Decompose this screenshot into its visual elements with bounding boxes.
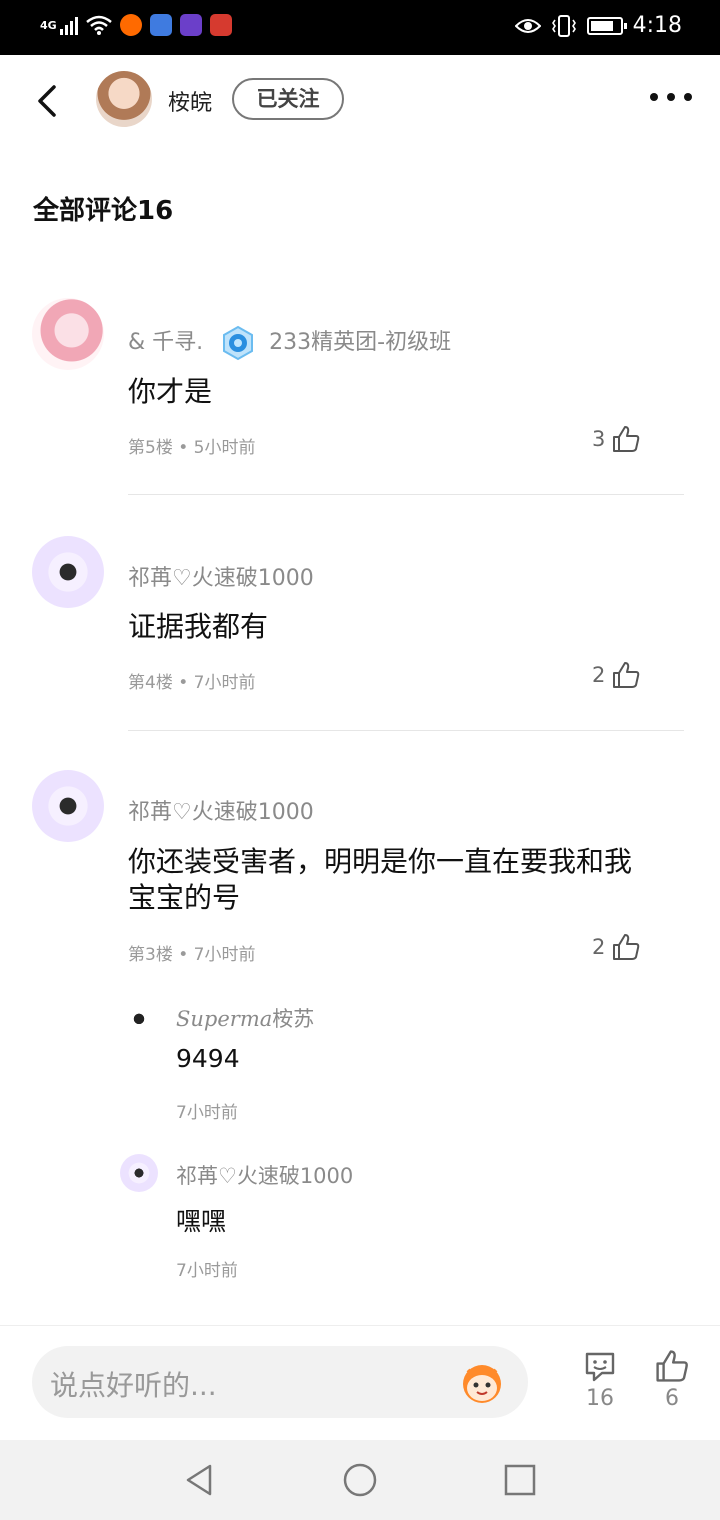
comment-like-count: 2 xyxy=(592,935,606,959)
taobao-icon xyxy=(120,14,142,36)
comment-like-count: 3 xyxy=(592,427,606,451)
comment-avatar[interactable] xyxy=(32,536,104,608)
system-nav-bar xyxy=(0,1440,720,1520)
reply-author-name[interactable]: 祁苒♡火速破1000 xyxy=(176,1160,353,1190)
comment-meta: 第4楼 • 7小时前 xyxy=(128,668,256,693)
status-right: 4:18 xyxy=(514,13,682,38)
more-options-icon[interactable] xyxy=(650,93,692,101)
nav-recents-icon[interactable] xyxy=(502,1462,538,1498)
status-bar: 4G 4:18 xyxy=(0,0,720,55)
vibrate-icon xyxy=(551,14,576,37)
nav-back-icon[interactable] xyxy=(182,1462,218,1498)
browser-icon xyxy=(180,14,202,36)
reply-text: 9494 xyxy=(176,1044,240,1073)
post-header: 桉皖 已关注 xyxy=(0,55,720,145)
comment-time: 7小时前 xyxy=(193,673,256,693)
comment-time: 5小时前 xyxy=(193,438,256,458)
comment-text: 你还装受害者，明明是你一直在要我和我宝宝的号 xyxy=(128,845,633,914)
huawei-store-icon xyxy=(210,14,232,36)
comment-like-count: 2 xyxy=(592,663,606,687)
follow-button[interactable]: 已关注 xyxy=(232,78,344,120)
reply-author-prefix: Superma xyxy=(176,1007,273,1031)
reply-text: 嘿嘿 xyxy=(176,1207,227,1236)
status-time: 4:18 xyxy=(632,13,682,38)
battery-fill xyxy=(590,20,613,31)
reply-time: 7小时前 xyxy=(176,1261,238,1281)
comment-meta: 第5楼 • 5小时前 xyxy=(128,433,256,458)
comment-author-name[interactable]: 祁苒♡火速破1000 xyxy=(128,560,314,592)
comment-like-button[interactable]: 2 xyxy=(592,932,641,962)
like-count: 6 xyxy=(665,1386,679,1411)
reply-avatar[interactable] xyxy=(120,1154,158,1192)
reply-author-suffix: 桉苏 xyxy=(272,1007,315,1031)
thumbs-up-icon xyxy=(613,426,640,452)
meta-separator: • xyxy=(178,673,189,693)
comment-text: 证据我都有 xyxy=(128,610,269,643)
emoji-icon[interactable] xyxy=(458,1358,506,1406)
status-left: 4G xyxy=(40,14,232,36)
nav-home-icon[interactable] xyxy=(342,1462,378,1498)
signal-icon xyxy=(60,15,78,35)
comment-divider xyxy=(128,730,684,731)
comment-input-bar: 说点好听的... 16 6 xyxy=(0,1325,720,1440)
comment-author-name[interactable]: 祁苒♡火速破1000 xyxy=(128,794,314,826)
comment-bubble-icon xyxy=(585,1352,615,1382)
comment-floor: 第5楼 xyxy=(128,438,173,458)
battery-icon xyxy=(586,16,627,35)
comment-like-button[interactable]: 2 xyxy=(592,660,641,690)
network-type-label: 4G xyxy=(40,18,57,32)
comment-input[interactable]: 说点好听的... xyxy=(32,1346,528,1418)
elite-badge-icon xyxy=(223,325,254,361)
comment-count: 16 xyxy=(586,1386,614,1411)
eye-comfort-icon xyxy=(514,18,541,33)
comment-like-button[interactable]: 3 xyxy=(592,424,641,454)
badge-label: 233精英团-初级班 xyxy=(269,330,452,355)
comment-input-placeholder: 说点好听的... xyxy=(50,1369,217,1402)
comment-avatar[interactable] xyxy=(32,770,104,842)
comment-floor: 第4楼 xyxy=(128,673,173,693)
author-name[interactable]: 桉皖 xyxy=(168,85,212,117)
reply-avatar[interactable] xyxy=(120,998,158,1036)
comment-floor: 第3楼 xyxy=(128,945,173,965)
comment-text: 你才是 xyxy=(128,375,213,408)
post-like-button[interactable]: 6 xyxy=(642,1348,702,1411)
comment-divider xyxy=(128,494,684,495)
thumbs-up-icon xyxy=(613,934,640,960)
comment-author-name: & 千寻. xyxy=(128,330,204,355)
wifi-icon xyxy=(86,15,112,35)
comment-avatar[interactable] xyxy=(32,298,104,370)
comment-count-button[interactable]: 16 xyxy=(570,1348,630,1411)
music-icon xyxy=(150,14,172,36)
reply-author[interactable]: Superma桉苏 xyxy=(176,1003,314,1033)
author-avatar[interactable] xyxy=(96,71,152,127)
comment-author[interactable]: & 千寻. 233精英团-初级班 xyxy=(128,324,451,361)
meta-separator: • xyxy=(178,945,189,965)
comments-section-title: 全部评论16 xyxy=(33,196,174,226)
thumbs-up-icon xyxy=(613,662,640,688)
meta-separator: • xyxy=(178,438,189,458)
reply-time: 7小时前 xyxy=(176,1103,238,1123)
comment-meta: 第3楼 • 7小时前 xyxy=(128,940,256,965)
back-icon[interactable] xyxy=(28,79,68,123)
comment-time: 7小时前 xyxy=(193,945,256,965)
thumbs-up-icon xyxy=(656,1350,688,1382)
